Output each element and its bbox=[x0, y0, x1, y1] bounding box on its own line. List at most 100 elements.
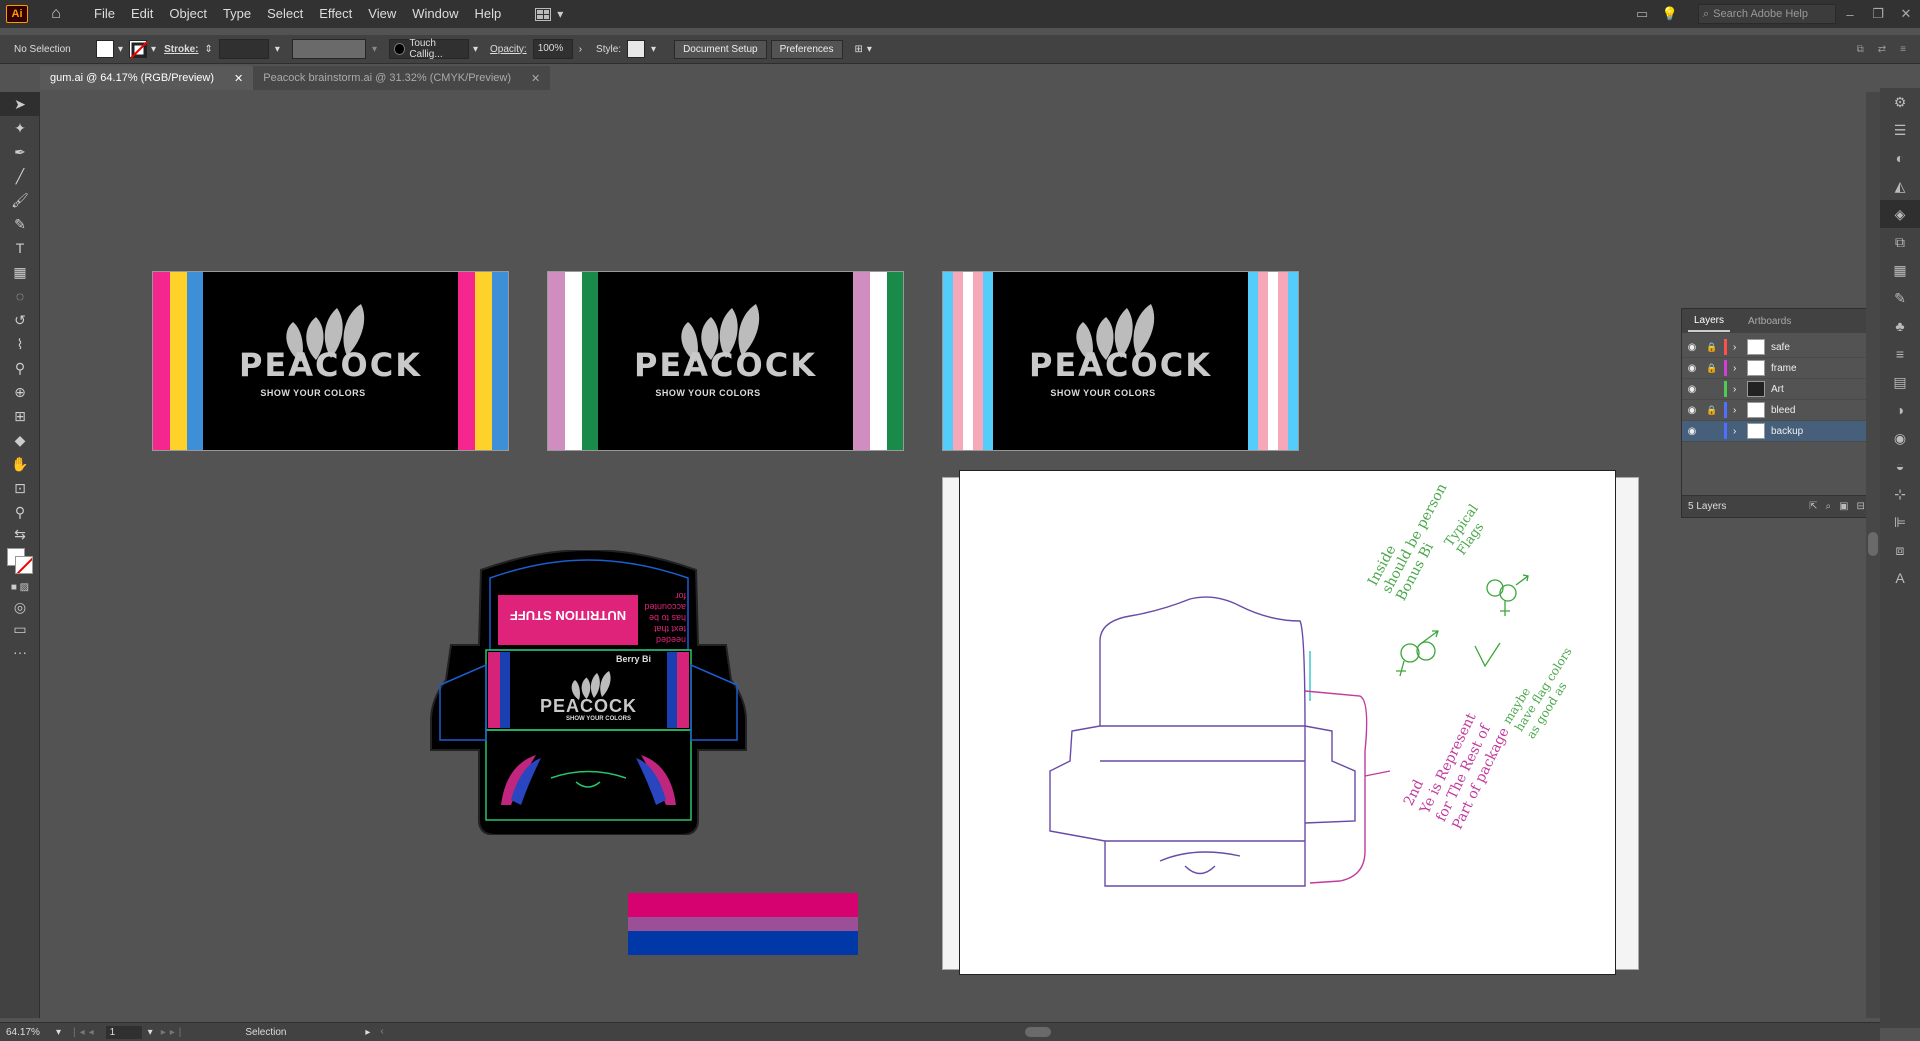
fill-swatch[interactable] bbox=[96, 40, 114, 58]
layer-name[interactable]: safe bbox=[1771, 342, 1866, 353]
zoom-tool-icon[interactable]: ⚲ bbox=[0, 500, 40, 524]
chevron-right-icon[interactable]: ▸ bbox=[365, 1027, 370, 1038]
expand-arrow-icon[interactable]: › bbox=[1733, 342, 1747, 353]
more-tools-icon[interactable]: ··· bbox=[0, 640, 40, 664]
layer-row-safe[interactable]: ◉ 🔒 › safe bbox=[1682, 337, 1866, 358]
color-guide-icon[interactable]: ◭ bbox=[1880, 172, 1920, 200]
stroke-weight-input[interactable] bbox=[218, 39, 269, 59]
zoom-level[interactable]: 64.17% bbox=[6, 1027, 46, 1038]
eyedropper-tool-icon[interactable]: ⚲ bbox=[0, 356, 40, 380]
lasso-tool-icon[interactable]: ◌ bbox=[0, 284, 40, 308]
expand-arrow-icon[interactable]: › bbox=[1733, 405, 1747, 416]
close-icon[interactable]: ✕ bbox=[234, 72, 243, 85]
type-tool-icon[interactable]: T bbox=[0, 236, 40, 260]
stroke-icon[interactable]: ≡ bbox=[1880, 340, 1920, 368]
chevron-down-icon[interactable]: ▾ bbox=[651, 44, 656, 55]
rotate-tool-icon[interactable]: ↺ bbox=[0, 308, 40, 332]
pathfinder-icon[interactable]: ⧈ bbox=[1880, 536, 1920, 564]
shaper-tool-icon[interactable]: ✎ bbox=[0, 212, 40, 236]
preferences-button[interactable]: Preferences bbox=[770, 39, 843, 59]
symbols-icon[interactable]: ♣ bbox=[1880, 312, 1920, 340]
home-icon[interactable]: ⌂ bbox=[44, 4, 68, 24]
vertical-scrollbar[interactable] bbox=[1866, 92, 1880, 1018]
chevron-left-icon[interactable]: ‹ bbox=[380, 1026, 383, 1037]
gradient-tool-icon[interactable]: ▦ bbox=[0, 260, 40, 284]
layer-row-bleed[interactable]: ◉ 🔒 › bleed bbox=[1682, 400, 1866, 421]
gradient-icon[interactable]: ▤ bbox=[1880, 368, 1920, 396]
menu-view[interactable]: View bbox=[360, 0, 404, 28]
align-icon[interactable]: ⊫ bbox=[1880, 508, 1920, 536]
menu-select[interactable]: Select bbox=[259, 0, 311, 28]
restore-button[interactable]: ❐ bbox=[1864, 6, 1892, 22]
layer-actions-icons[interactable]: ⇱⌕▣⊟⊞🗑 bbox=[1809, 501, 1866, 512]
brushes-icon[interactable]: ✎ bbox=[1880, 284, 1920, 312]
expand-arrow-icon[interactable]: › bbox=[1733, 426, 1747, 437]
expand-arrow-icon[interactable]: › bbox=[1733, 384, 1747, 395]
tab-gum[interactable]: gum.ai @ 64.17% (RGB/Preview) ✕ bbox=[40, 66, 254, 90]
menu-effect[interactable]: Effect bbox=[311, 0, 360, 28]
character-icon[interactable]: A bbox=[1880, 564, 1920, 592]
stroke-none-swatch[interactable] bbox=[129, 40, 148, 59]
tab-peacock-brainstorm[interactable]: Peacock brainstorm.ai @ 31.32% (CMYK/Pre… bbox=[253, 66, 551, 90]
style-swatch[interactable] bbox=[627, 40, 646, 58]
chevron-down-icon[interactable]: ▾ bbox=[56, 1027, 61, 1038]
expand-arrow-icon[interactable]: › bbox=[1733, 363, 1747, 374]
mesh-tool-icon[interactable]: ⊞ bbox=[0, 404, 40, 428]
line-tool-icon[interactable]: ╱ bbox=[0, 164, 40, 188]
fill-control[interactable]: ▾ bbox=[96, 40, 129, 58]
color-mode-icons[interactable]: ■ ▨ bbox=[0, 578, 40, 596]
eye-icon[interactable]: ◉ bbox=[1682, 405, 1702, 416]
arrange-documents-icon[interactable]: ▭ bbox=[1628, 6, 1656, 22]
artboard-nav-next-icons[interactable]: ▸▸| bbox=[161, 1027, 186, 1038]
layer-name[interactable]: frame bbox=[1771, 363, 1866, 374]
paintbrush-tool-icon[interactable]: 🖌 bbox=[0, 188, 40, 212]
horizontal-scrollbar[interactable]: ‹ bbox=[380, 1026, 1840, 1038]
search-help-field[interactable]: ⌕ Search Adobe Help bbox=[1698, 4, 1836, 24]
selection-tool-icon[interactable]: ➤ bbox=[0, 92, 40, 116]
eraser-tool-icon[interactable]: ◆ bbox=[0, 428, 40, 452]
artboard-number[interactable]: 1 bbox=[105, 1025, 142, 1039]
opacity-input[interactable]: 100% bbox=[532, 39, 573, 59]
menu-icon[interactable]: ≡ bbox=[1900, 44, 1906, 55]
menu-type[interactable]: Type bbox=[215, 0, 259, 28]
panel-options-icon[interactable]: ⇄ bbox=[1878, 44, 1886, 55]
appearance-icon[interactable]: ◉ bbox=[1880, 424, 1920, 452]
menu-file[interactable]: File bbox=[86, 0, 123, 28]
properties-icon[interactable]: ⚙ bbox=[1880, 88, 1920, 116]
width-tool-icon[interactable]: ⌇ bbox=[0, 332, 40, 356]
draw-mode-icon[interactable]: ◎ bbox=[0, 596, 40, 618]
stroke-swatch-control[interactable]: ▾ bbox=[129, 40, 164, 59]
eye-icon[interactable]: ◉ bbox=[1682, 384, 1702, 395]
artboards-icon[interactable]: ⧉ bbox=[1880, 228, 1920, 256]
chevron-right-icon[interactable]: › bbox=[579, 44, 582, 55]
workspace-switcher[interactable]: ▾ bbox=[535, 7, 563, 21]
menu-edit[interactable]: Edit bbox=[123, 0, 161, 28]
swatches-icon[interactable]: ▦ bbox=[1880, 256, 1920, 284]
artboard-card-pan[interactable]: PEACOCK SHOW YOUR COLORS bbox=[152, 271, 509, 451]
eye-icon[interactable]: ◉ bbox=[1682, 363, 1702, 374]
artboard-nav-prev-icons[interactable]: |◂◂ bbox=[73, 1027, 98, 1038]
layer-name[interactable]: backup bbox=[1771, 426, 1866, 437]
lock-icon[interactable]: 🔒 bbox=[1702, 363, 1722, 374]
graphic-styles-icon[interactable]: ◒ bbox=[1880, 452, 1920, 480]
layer-row-frame[interactable]: ◉ 🔒 › frame bbox=[1682, 358, 1866, 379]
lock-icon[interactable]: 🔒 bbox=[1702, 342, 1722, 353]
minimize-button[interactable]: – bbox=[1836, 7, 1864, 22]
tab-artboards[interactable]: Artboards bbox=[1742, 312, 1797, 331]
scrollbar-thumb[interactable] bbox=[1025, 1027, 1052, 1037]
transform-icon[interactable]: ⊹ bbox=[1880, 480, 1920, 508]
close-window-button[interactable]: ✕ bbox=[1892, 6, 1920, 22]
artboard-card-trans[interactable]: PEACOCK SHOW YOUR COLORS bbox=[942, 271, 1299, 451]
stroke-color-icon[interactable] bbox=[15, 556, 33, 574]
transparency-icon[interactable]: ◑ bbox=[1880, 396, 1920, 424]
layers-icon[interactable]: ◈ bbox=[1880, 200, 1920, 228]
swap-colors-icon[interactable]: ⇆ bbox=[0, 524, 40, 544]
profile-preview[interactable] bbox=[291, 39, 366, 59]
fill-stroke-widget[interactable] bbox=[0, 544, 39, 578]
magic-wand-tool-icon[interactable]: ✦ bbox=[0, 116, 40, 140]
gum-package-dieline[interactable]: NUTRITION STUFF needed text that has to … bbox=[426, 550, 751, 835]
brush-definition[interactable]: Touch Callig... ▾ bbox=[388, 38, 478, 60]
layer-row-backup[interactable]: ◉ › backup bbox=[1682, 421, 1866, 442]
eye-icon[interactable]: ◉ bbox=[1682, 426, 1702, 437]
pen-tool-icon[interactable]: ✒ bbox=[0, 140, 40, 164]
